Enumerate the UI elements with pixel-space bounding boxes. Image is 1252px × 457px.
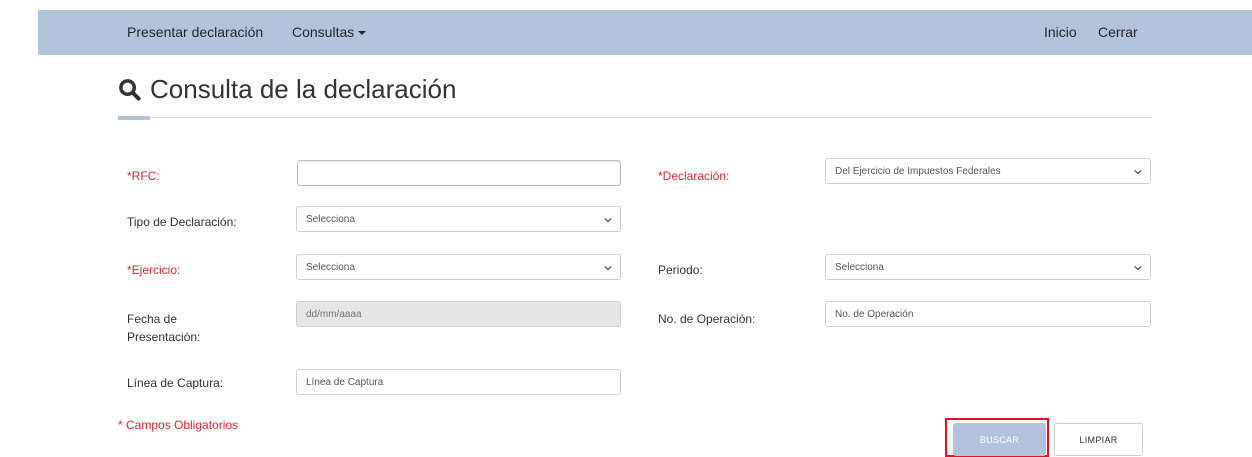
ejercicio-selected-value: Selecciona xyxy=(306,261,355,273)
declaracion-select[interactable]: Del Ejercicio de Impuestos Federales xyxy=(825,158,1151,184)
ejercicio-select[interactable]: Selecciona xyxy=(296,254,621,280)
page-title: Consulta de la declaración xyxy=(150,73,457,104)
rfc-label: *RFC: xyxy=(127,169,160,183)
tipo-declaracion-selected-value: Selecciona xyxy=(306,213,355,225)
nav-cerrar[interactable]: Cerrar xyxy=(1098,10,1138,55)
linea-captura-label: Línea de Captura: xyxy=(127,376,224,390)
periodo-selected-value: Selecciona xyxy=(835,261,884,273)
fecha-presentacion-placeholder: dd/mm/aaaa xyxy=(306,308,362,320)
page-header: Consulta de la declaración xyxy=(118,71,456,107)
rfc-input[interactable] xyxy=(297,160,621,186)
caret-down-icon xyxy=(358,31,367,36)
title-divider xyxy=(118,117,1152,118)
nav-consultas-label: Consultas xyxy=(292,24,355,40)
no-operacion-placeholder: No. de Operación xyxy=(835,308,914,320)
chevron-down-icon xyxy=(1134,265,1142,271)
tipo-declaracion-select[interactable]: Selecciona xyxy=(296,206,621,232)
required-fields-note: * Campos Obligatorios xyxy=(118,418,239,432)
nav-presentar-declaracion[interactable]: Presentar declaración xyxy=(127,10,263,55)
ejercicio-label: *Ejercicio: xyxy=(127,263,181,277)
tipo-declaracion-label: Tipo de Declaración: xyxy=(127,215,237,229)
periodo-select[interactable]: Selecciona xyxy=(825,254,1151,280)
search-icon xyxy=(119,78,141,101)
periodo-label: Periodo: xyxy=(658,263,703,277)
no-operacion-label: No. de Operación: xyxy=(658,312,756,326)
no-operacion-input[interactable]: No. de Operación xyxy=(825,301,1151,327)
linea-captura-placeholder: Línea de Captura xyxy=(306,376,384,388)
fecha-presentacion-input: dd/mm/aaaa xyxy=(296,301,621,327)
chevron-down-icon xyxy=(1134,169,1142,175)
chevron-down-icon xyxy=(604,265,612,271)
page: Presentar declaración Consultas Inicio C… xyxy=(0,0,1252,457)
buscar-button[interactable]: BUSCAR xyxy=(953,423,1046,456)
declaracion-selected-value: Del Ejercicio de Impuestos Federales xyxy=(835,165,1001,177)
nav-inicio[interactable]: Inicio xyxy=(1044,10,1077,55)
declaracion-label: *Declaración: xyxy=(658,169,730,183)
fecha-presentacion-label-line1: Fecha de xyxy=(127,312,178,326)
fecha-presentacion-label-line2: Presentación: xyxy=(127,330,201,344)
limpiar-button[interactable]: LIMPIAR xyxy=(1054,423,1143,456)
title-accent-bar xyxy=(118,116,150,120)
nav-consultas-dropdown[interactable]: Consultas xyxy=(292,10,367,55)
top-navbar: Presentar declaración Consultas Inicio C… xyxy=(38,10,1252,55)
chevron-down-icon xyxy=(604,217,612,223)
linea-captura-input[interactable]: Línea de Captura xyxy=(296,369,621,395)
